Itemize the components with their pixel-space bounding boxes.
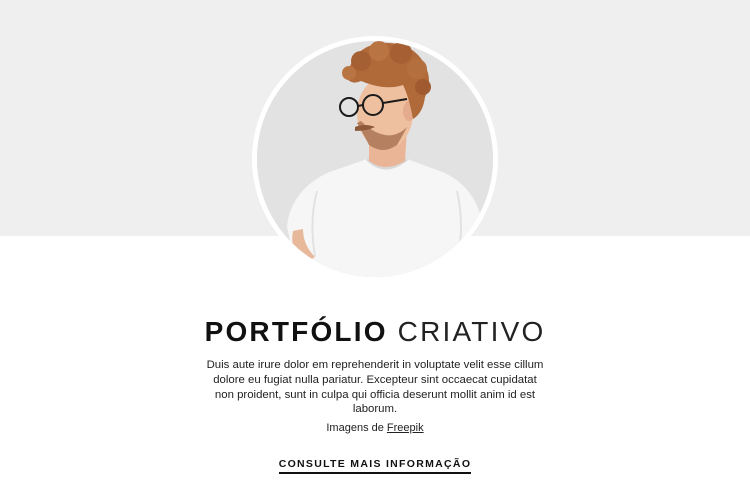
profile-photo [257,41,493,277]
title-light-part: CRIATIVO [397,316,546,347]
profile-photo-frame [252,36,498,282]
freepik-link[interactable]: Freepik [387,422,424,434]
page-title: PORTFÓLIO CRIATIVO [0,312,750,352]
title-bold-part: PORTFÓLIO [204,316,388,347]
portrait-illustration [257,41,493,277]
learn-more-link[interactable]: CONSULTE MAIS INFORMAÇÃO [278,458,472,474]
image-credit: Imagens de Freepik [0,421,750,435]
credit-prefix: Imagens de [326,422,384,434]
cta-container: CONSULTE MAIS INFORMAÇÃO [0,454,750,474]
description-text: Duis aute irure dolor em reprehenderit i… [206,359,544,416]
